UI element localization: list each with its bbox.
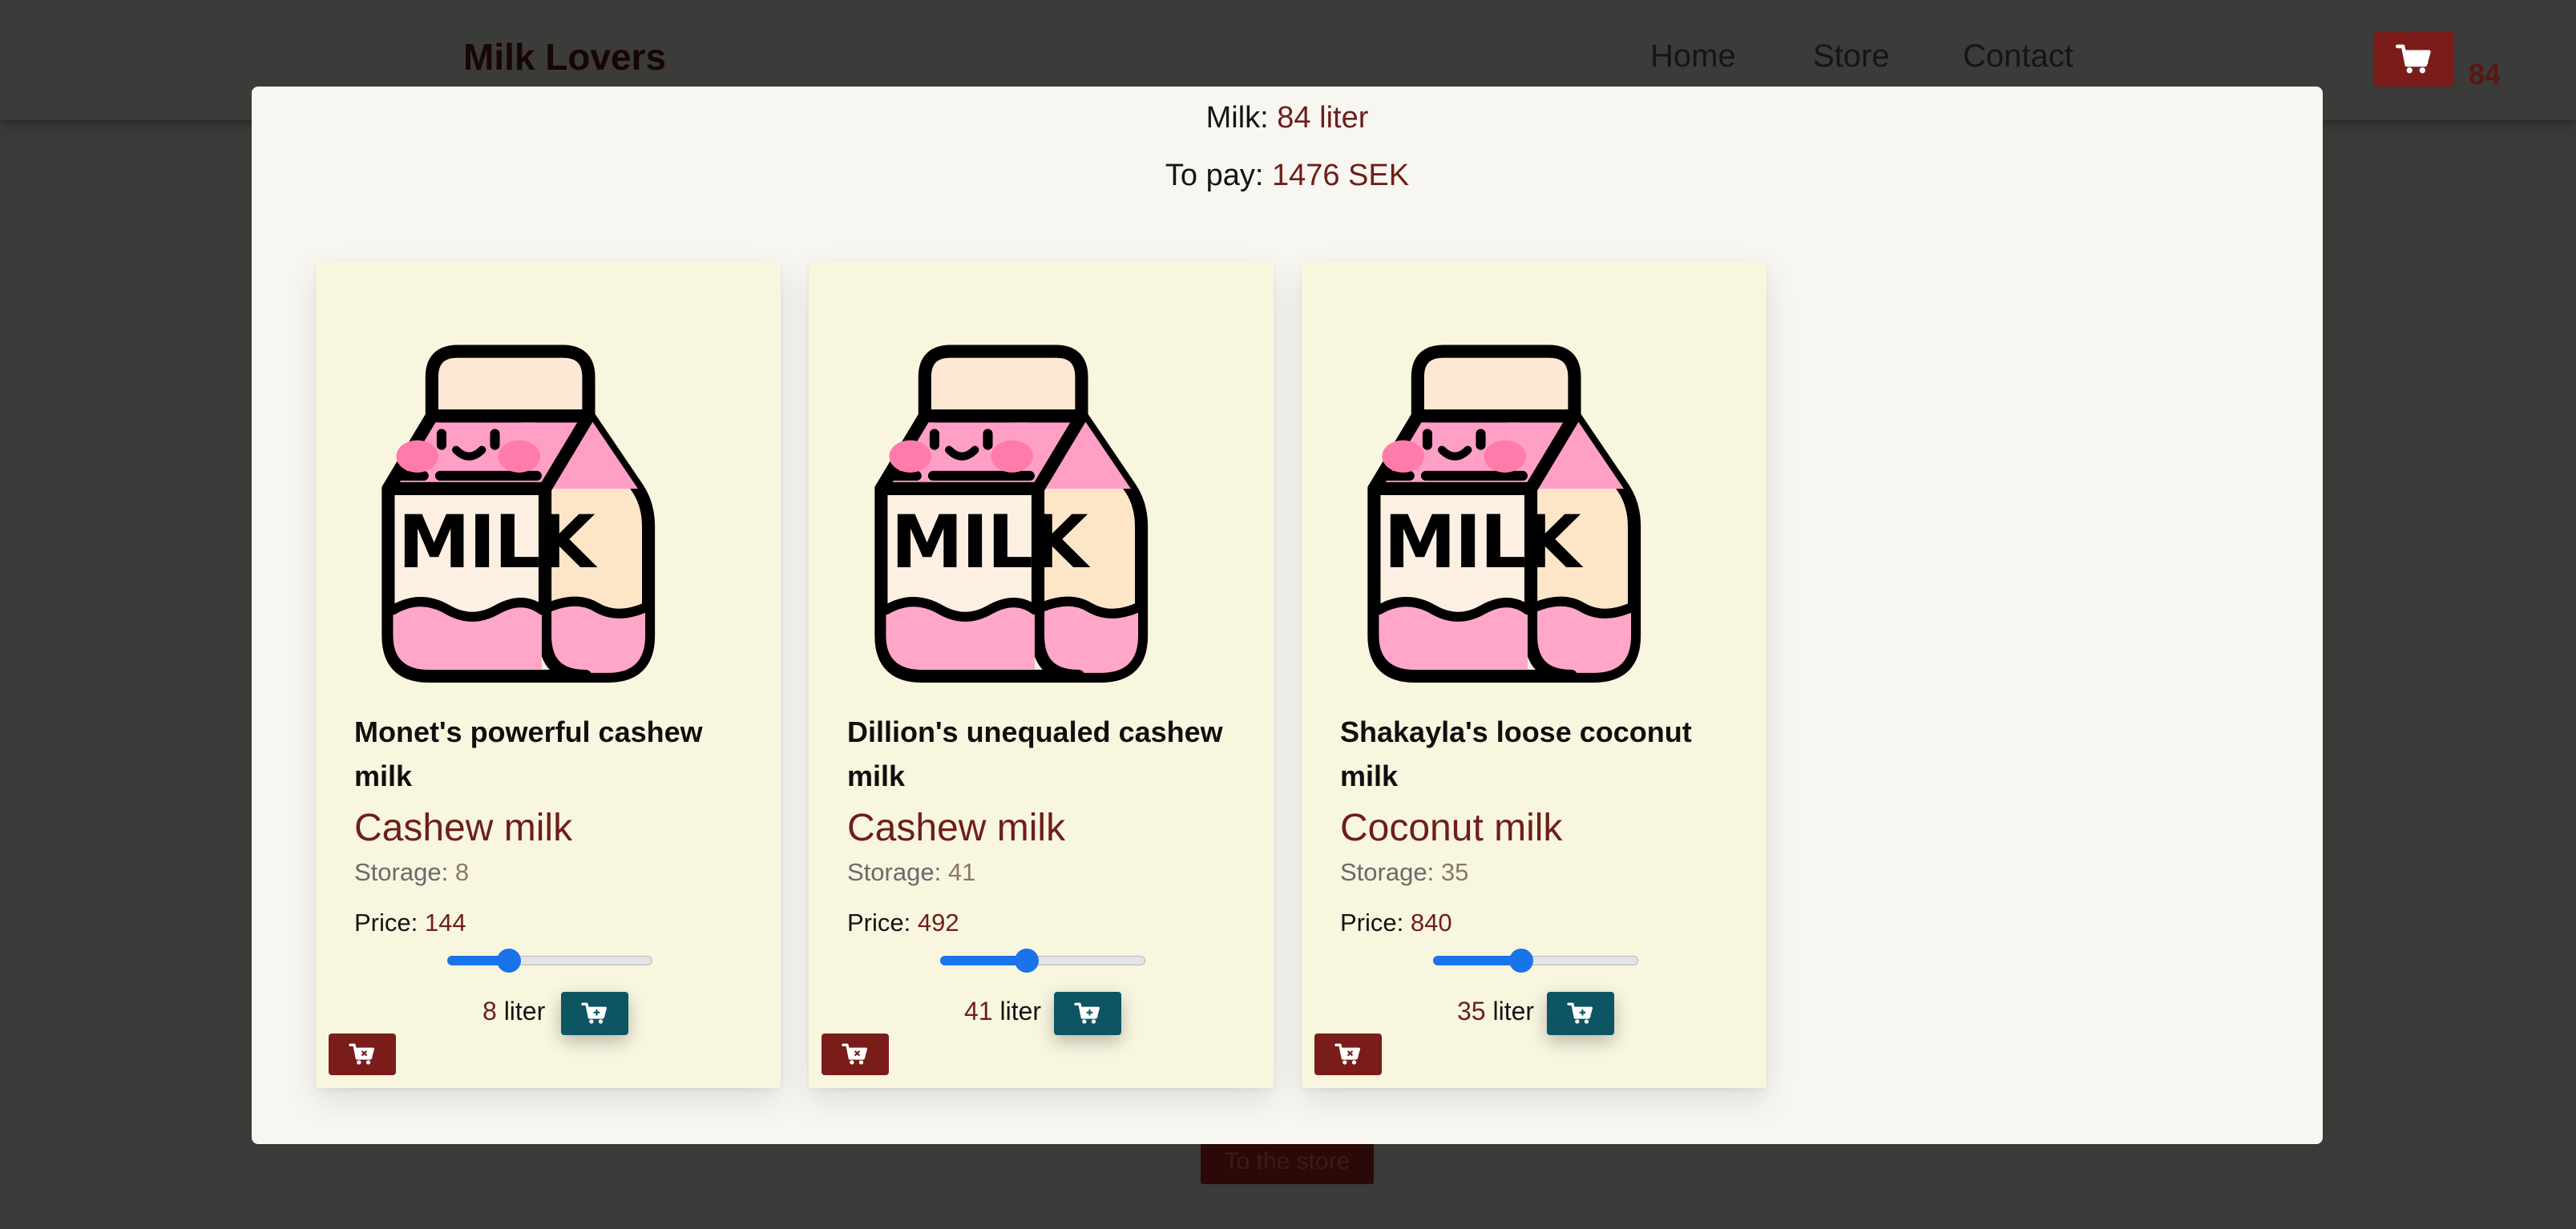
nav-link-contact[interactable]: Contact (1963, 38, 2073, 75)
add-to-cart-button[interactable] (1547, 992, 1614, 1035)
storage-value: 41 (947, 858, 976, 886)
quantity-value: 41 (964, 997, 993, 1026)
remove-from-cart-button[interactable] (822, 1034, 889, 1075)
add-to-cart-button[interactable] (561, 992, 628, 1035)
pay-total-label: To pay: (1165, 159, 1264, 192)
add-to-cart-button[interactable] (1054, 992, 1121, 1035)
product-price: Price: 492 (847, 909, 959, 937)
product-storage: Storage: 41 (847, 858, 975, 887)
milk-carton-icon (351, 296, 739, 684)
to-store-button[interactable]: To the store (1201, 1139, 1374, 1184)
quantity-value: 8 (482, 997, 497, 1026)
product-name: Dillion's unequaled cashew milk (847, 715, 1223, 792)
product-card: Monet's powerful cashew milk Cashew milk… (316, 261, 781, 1088)
product-card: Dillion's unequaled cashew milk Cashew m… (809, 261, 1274, 1088)
milk-carton-icon (1337, 296, 1725, 684)
quantity-readout: 35 liter (1457, 997, 1534, 1026)
product-storage: Storage: 35 (1340, 858, 1468, 887)
storage-label: Storage: (847, 858, 942, 886)
product-storage: Storage: 8 (354, 858, 469, 887)
quantity-slider[interactable] (940, 949, 1145, 973)
price-value: 144 (424, 909, 466, 937)
slider-thumb[interactable] (1015, 949, 1039, 973)
quantity-slider[interactable] (1433, 949, 1638, 973)
storage-label: Storage: (1340, 858, 1435, 886)
quantity-readout: 8 liter (482, 997, 545, 1026)
milk-total-label: Milk: (1205, 101, 1269, 135)
slider-fill (940, 956, 1027, 965)
remove-from-cart-button[interactable] (1314, 1034, 1382, 1075)
price-value: 840 (1410, 909, 1452, 937)
milk-total-value: 84 liter (1277, 101, 1369, 135)
pay-total: To pay: 1476 SEK (252, 159, 2323, 193)
slider-fill (1433, 956, 1521, 965)
nav-link-home[interactable]: Home (1650, 38, 1736, 75)
quantity-slider[interactable] (447, 949, 652, 973)
slider-thumb[interactable] (497, 949, 521, 973)
product-name: Shakayla's loose coconut milk (1340, 715, 1692, 792)
pay-total-value: 1476 SEK (1271, 159, 1410, 192)
milk-carton-icon (844, 296, 1232, 684)
quantity-value: 35 (1457, 997, 1486, 1026)
quantity-unit: liter (999, 997, 1042, 1026)
cart-button[interactable] (2374, 32, 2454, 87)
cart-add-icon (581, 1001, 608, 1026)
product-type: Cashew milk (354, 807, 573, 849)
cart-modal: Milk: 84 liter To pay: 1476 SEK Monet's … (252, 87, 2323, 1144)
quantity-readout: 41 liter (964, 997, 1041, 1026)
cart-remove-icon (842, 1042, 869, 1066)
slider-thumb[interactable] (1509, 949, 1533, 973)
price-label: Price: (354, 909, 418, 937)
nav-link-store[interactable]: Store (1813, 38, 1890, 75)
milk-total: Milk: 84 liter (252, 101, 2323, 135)
cart-add-icon (1567, 1001, 1594, 1026)
cart-icon (2396, 42, 2433, 76)
product-price: Price: 840 (1340, 909, 1452, 937)
storage-label: Storage: (354, 858, 449, 886)
product-name: Monet's powerful cashew milk (354, 715, 703, 792)
cart-remove-icon (1334, 1042, 1362, 1066)
storage-value: 8 (454, 858, 470, 886)
product-card: Shakayla's loose coconut milk Coconut mi… (1302, 261, 1766, 1088)
price-label: Price: (1340, 909, 1404, 937)
quantity-unit: liter (1492, 997, 1535, 1026)
remove-from-cart-button[interactable] (329, 1034, 396, 1075)
storage-value: 35 (1440, 858, 1469, 886)
cart-remove-icon (349, 1042, 376, 1066)
price-value: 492 (917, 909, 959, 937)
cart-add-icon (1074, 1001, 1101, 1026)
product-price: Price: 144 (354, 909, 466, 937)
product-type: Cashew milk (847, 807, 1066, 849)
cart-count-badge: 84 (2469, 58, 2501, 91)
brand-logo[interactable]: Milk Lovers (463, 35, 666, 79)
price-label: Price: (847, 909, 911, 937)
product-type: Coconut milk (1340, 807, 1563, 849)
quantity-unit: liter (503, 997, 546, 1026)
